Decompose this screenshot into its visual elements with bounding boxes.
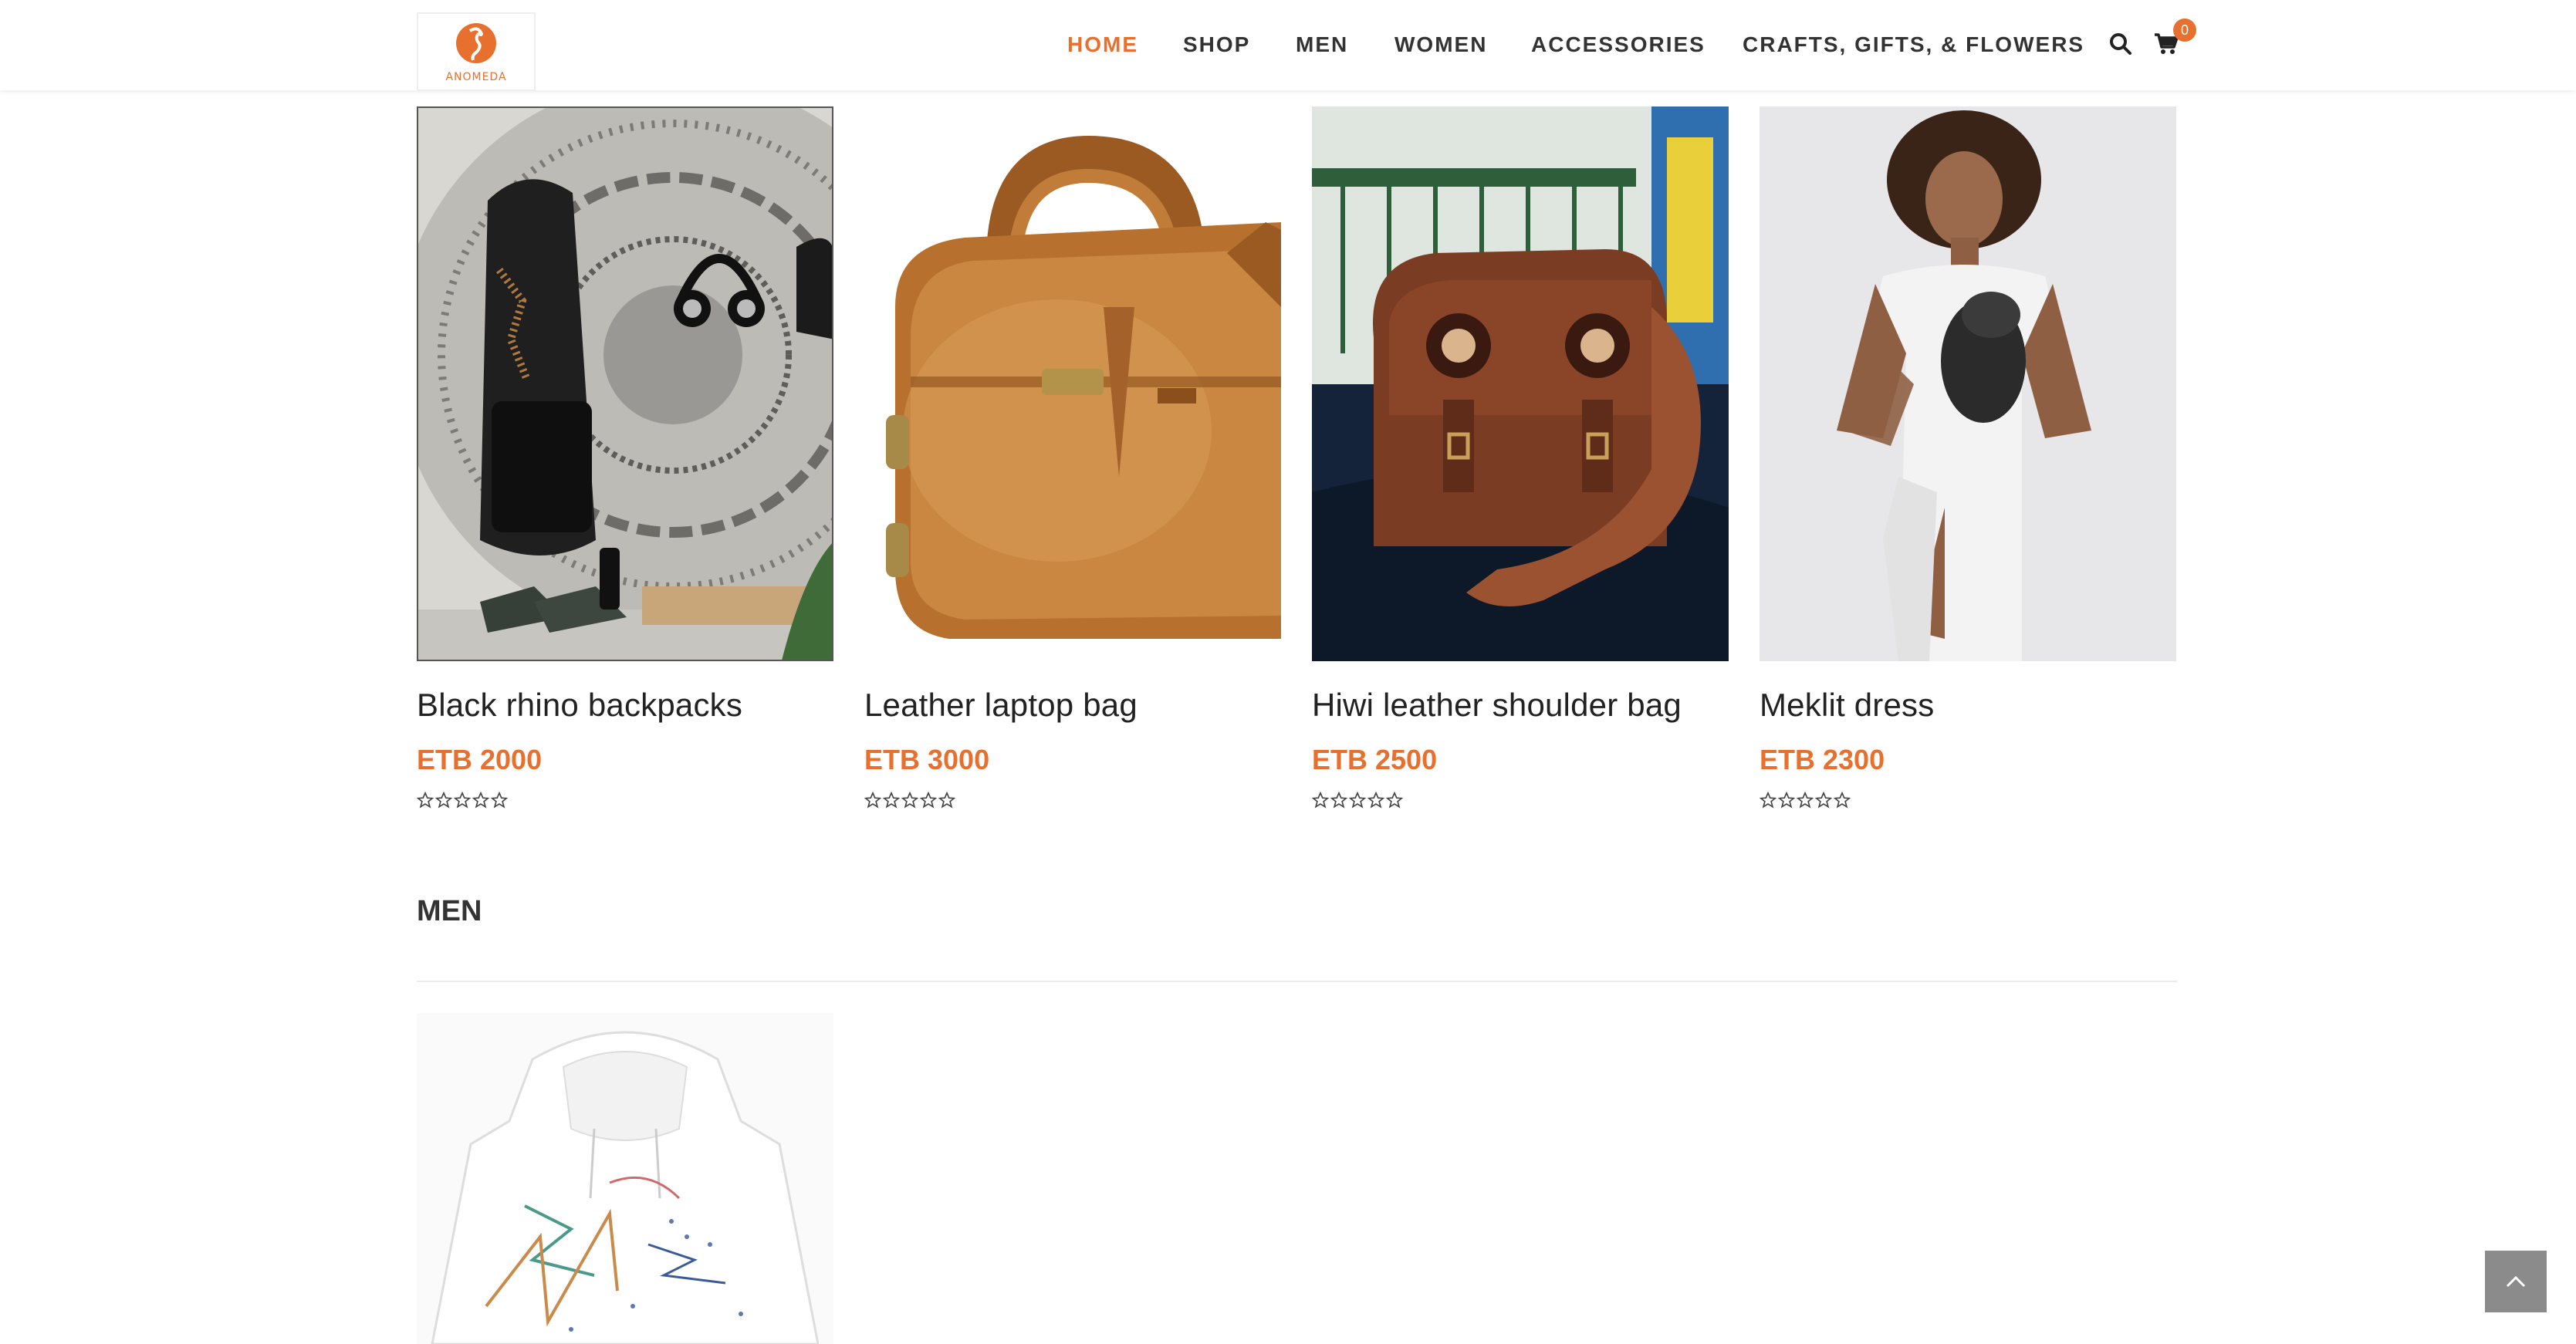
product-image-laptop-bag[interactable] <box>864 106 1281 661</box>
star-icon <box>454 792 471 809</box>
star-icon <box>1760 792 1776 809</box>
star-icon <box>938 792 955 809</box>
hoodie-photo <box>417 1013 833 1344</box>
product-title[interactable]: Black rhino backpacks <box>417 687 742 724</box>
product-card[interactable]: Hiwi leather shoulder bag ETB 2500 <box>1312 106 1729 809</box>
product-title[interactable]: Leather laptop bag <box>864 687 1138 724</box>
star-icon <box>1330 792 1347 809</box>
star-icon <box>417 792 434 809</box>
star-rating <box>417 792 508 809</box>
chevron-up-icon <box>2506 1275 2526 1288</box>
site-logo[interactable]: ANOMEDA <box>417 12 536 91</box>
star-icon <box>472 792 489 809</box>
logo-icon <box>456 23 496 63</box>
nav-crafts-gifts-flowers[interactable]: CRAFTS, GIFTS, & FLOWERS <box>1743 32 2084 57</box>
product-image-shoulder-bag[interactable] <box>1312 106 1729 661</box>
product-price: ETB 3000 <box>864 744 990 775</box>
product-image-hoodie[interactable] <box>417 1013 833 1344</box>
star-icon <box>1797 792 1814 809</box>
star-icon <box>1778 792 1795 809</box>
product-price: ETB 2500 <box>1312 744 1438 775</box>
nav-women[interactable]: WOMEN <box>1394 32 1487 57</box>
product-card[interactable]: Black rhino backpacks ETB 2000 <box>417 106 833 809</box>
logo-text: ANOMEDA <box>445 71 507 83</box>
site-header: ANOMEDA HOME SHOP MEN WOMEN ACCESSORIES … <box>0 0 2576 91</box>
shoulder-bag-photo <box>1312 106 1729 661</box>
star-rating <box>864 792 955 809</box>
dress-photo <box>1760 106 2176 661</box>
star-icon <box>901 792 918 809</box>
star-icon <box>491 792 508 809</box>
nav-men[interactable]: MEN <box>1296 32 1348 57</box>
section-divider <box>417 981 2177 982</box>
laptop-bag-photo <box>864 106 1281 661</box>
star-icon <box>883 792 900 809</box>
star-icon <box>1815 792 1832 809</box>
backpack-photo <box>418 108 832 660</box>
star-icon <box>864 792 881 809</box>
star-icon <box>1386 792 1403 809</box>
star-icon <box>1349 792 1366 809</box>
product-image-backpack[interactable] <box>417 106 833 661</box>
product-title[interactable]: Meklit dress <box>1760 687 1934 724</box>
star-icon <box>1834 792 1851 809</box>
star-rating <box>1760 792 1851 809</box>
cart-count-badge: 0 <box>2173 19 2196 42</box>
product-image-dress[interactable] <box>1760 106 2176 661</box>
star-rating <box>1312 792 1403 809</box>
product-price: ETB 2000 <box>417 744 543 775</box>
nav-shop[interactable]: SHOP <box>1183 32 1250 57</box>
product-card[interactable]: Meklit dress ETB 2300 <box>1760 106 2176 809</box>
star-icon <box>920 792 937 809</box>
back-to-top-button[interactable] <box>2485 1251 2547 1312</box>
search-icon[interactable] <box>2109 32 2132 56</box>
product-price: ETB 2300 <box>1760 744 1885 775</box>
section-title-men: MEN <box>417 895 482 927</box>
star-icon <box>435 792 452 809</box>
star-icon <box>1367 792 1384 809</box>
star-icon <box>1312 792 1329 809</box>
product-title[interactable]: Hiwi leather shoulder bag <box>1312 687 1682 724</box>
nav-accessories[interactable]: ACCESSORIES <box>1531 32 1706 57</box>
product-card[interactable]: Leather laptop bag ETB 3000 <box>864 106 1281 809</box>
nav-home[interactable]: HOME <box>1067 32 1138 57</box>
